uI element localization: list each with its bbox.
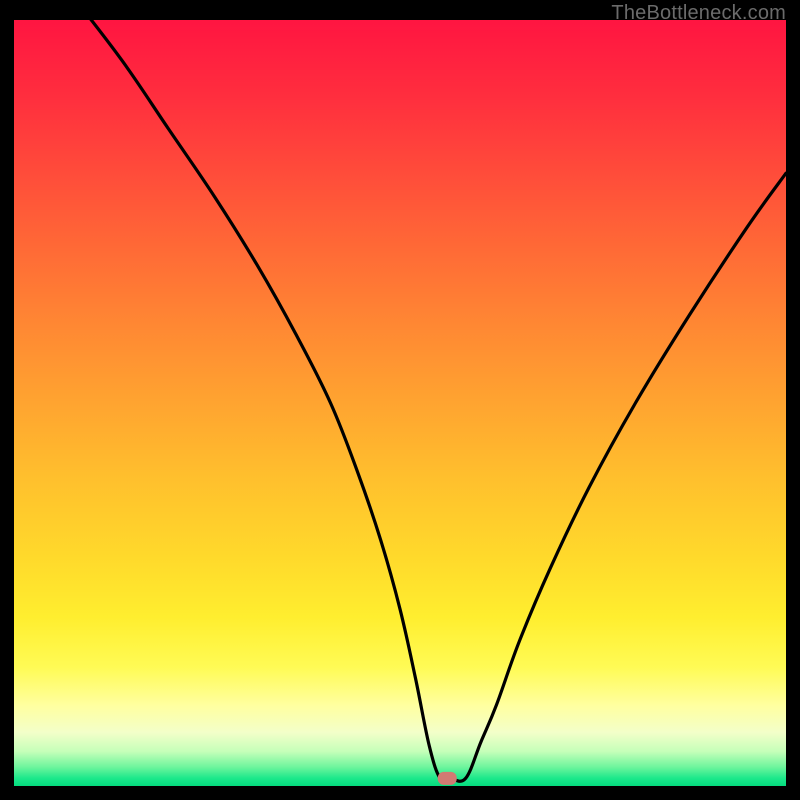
plot-area [14,20,786,786]
optimal-marker [438,772,457,784]
chart-frame: TheBottleneck.com [0,0,800,800]
watermark-text: TheBottleneck.com [611,2,786,25]
bottleneck-curve [14,20,786,781]
curve-svg [14,20,786,786]
